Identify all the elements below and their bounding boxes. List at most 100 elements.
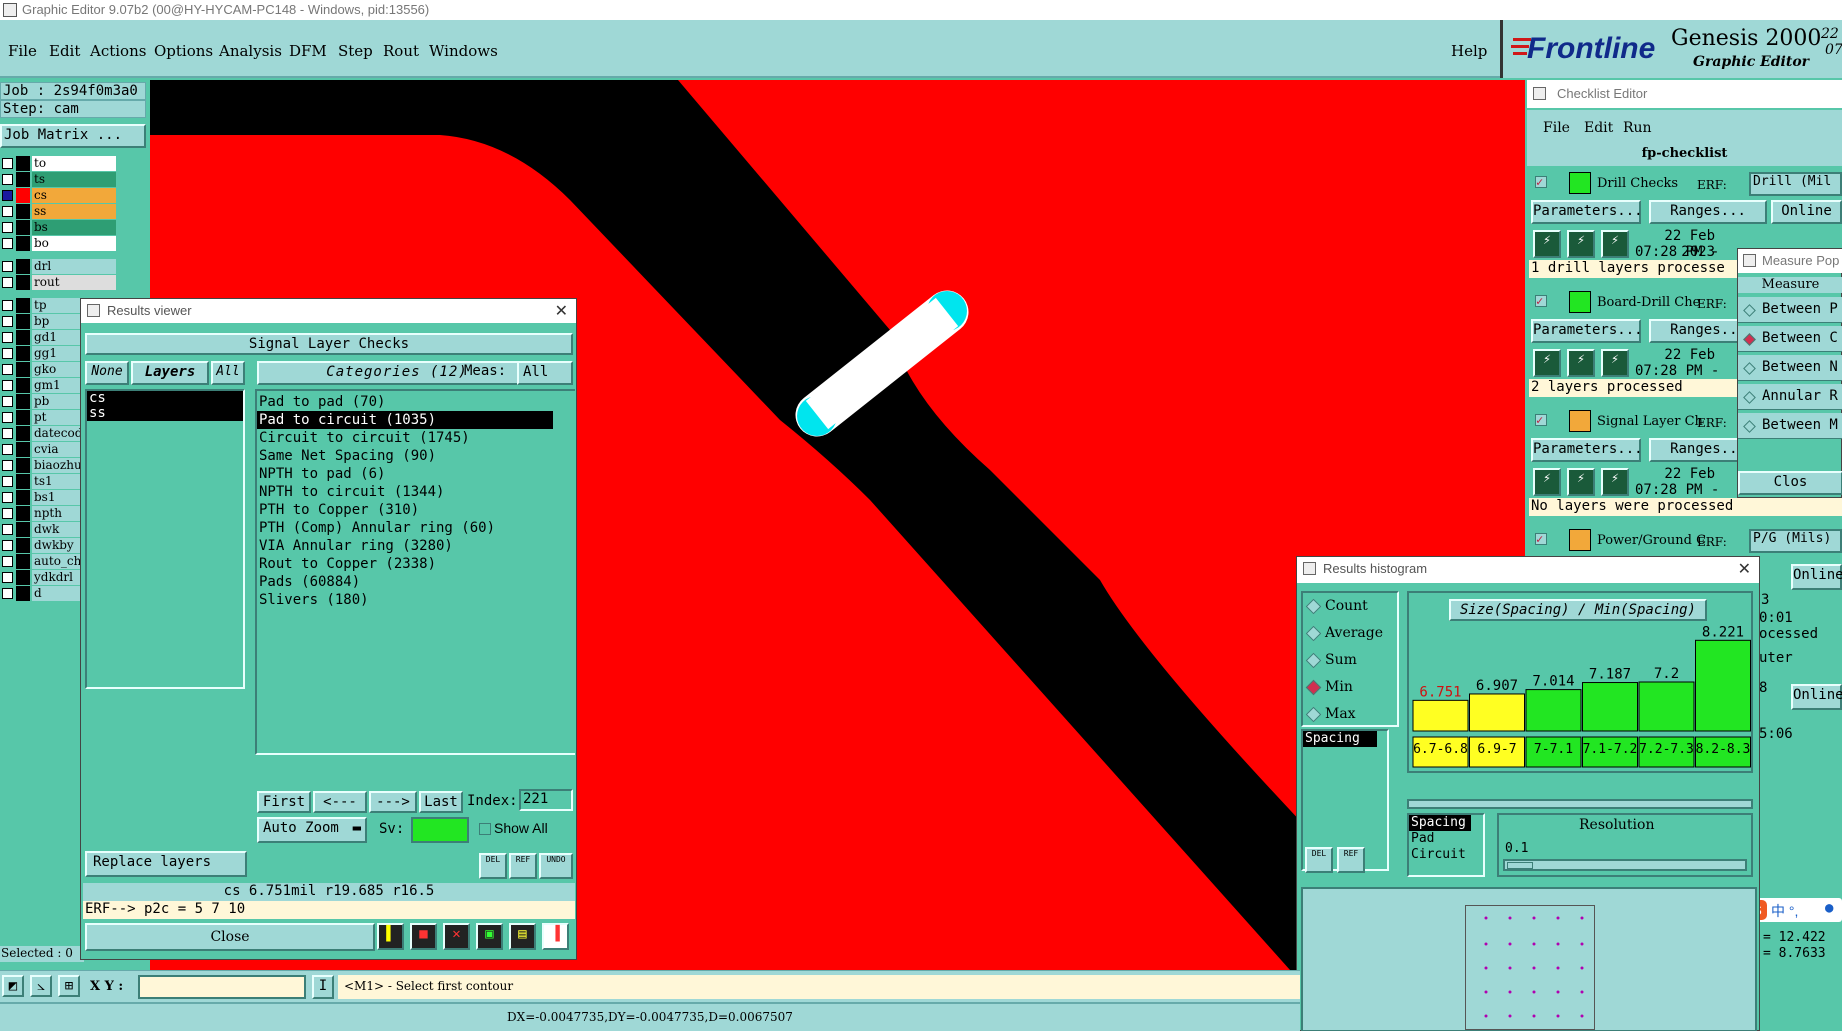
- layer-checkbox[interactable]: [2, 261, 13, 272]
- layer-checkbox[interactable]: [2, 206, 13, 217]
- auto-zoom-dropdown[interactable]: Auto Zoom ▬: [257, 817, 367, 843]
- histogram-bar[interactable]: [1469, 693, 1525, 732]
- layer-row-cs[interactable]: cs: [0, 188, 118, 203]
- check-enable-checkbox[interactable]: ✓: [1535, 176, 1547, 188]
- close-icon[interactable]: ✕: [555, 301, 568, 321]
- check-enable-checkbox[interactable]: ✓: [1535, 414, 1547, 426]
- menu-actions[interactable]: Actions: [90, 42, 146, 60]
- next-button[interactable]: --->: [369, 791, 417, 813]
- tool-icon-1[interactable]: ▌: [377, 923, 404, 950]
- layer-name[interactable]: drl: [32, 259, 116, 274]
- checklist-menu-edit[interactable]: Edit: [1584, 120, 1613, 136]
- layer-checkbox[interactable]: [2, 492, 13, 503]
- snap-icon[interactable]: ◩: [2, 975, 24, 997]
- prev-button[interactable]: <---: [313, 791, 367, 813]
- slider-handle[interactable]: [1507, 862, 1533, 869]
- menu-step[interactable]: Step: [338, 42, 373, 60]
- category-item[interactable]: Circuit to circuit (1745): [257, 429, 553, 447]
- replace-layers-dropdown[interactable]: Replace layers: [85, 851, 247, 877]
- histogram-bar[interactable]: [1412, 699, 1469, 732]
- erf-field[interactable]: Drill (Mil: [1749, 172, 1842, 196]
- measure-option[interactable]: Annular R: [1738, 384, 1842, 410]
- delete-icon[interactable]: DEL: [479, 853, 507, 879]
- run-check-icon[interactable]: ⚡: [1567, 468, 1595, 496]
- list-item[interactable]: cs: [87, 391, 243, 406]
- meas-dropdown[interactable]: All: [517, 361, 573, 385]
- menu-file[interactable]: File: [8, 42, 37, 60]
- histogram-mode-count[interactable]: Count: [1325, 598, 1368, 614]
- categories-list[interactable]: Pad to pad (70) Pad to circuit (1035) Circ…: [255, 389, 575, 755]
- none-button[interactable]: None: [85, 361, 129, 385]
- histogram-bar[interactable]: [1582, 682, 1638, 732]
- checklist-menu-run[interactable]: Run: [1623, 120, 1652, 136]
- menu-options[interactable]: Options: [154, 42, 213, 60]
- job-matrix-button[interactable]: Job Matrix ...: [0, 124, 146, 148]
- list-item[interactable]: Spacing: [1303, 731, 1377, 747]
- category-item[interactable]: Slivers (180): [257, 591, 553, 609]
- category-item[interactable]: PTH (Comp) Annular ring (60): [257, 519, 553, 537]
- list-item[interactable]: Pad: [1409, 831, 1483, 847]
- category-item[interactable]: Pad to pad (70): [257, 393, 553, 411]
- measure-option[interactable]: Between P: [1738, 297, 1842, 323]
- measure-option[interactable]: Between N: [1738, 355, 1842, 381]
- layer-name[interactable]: cs: [32, 188, 116, 203]
- check-enable-checkbox[interactable]: ✓: [1535, 533, 1547, 545]
- show-all-checkbox[interactable]: [479, 823, 491, 835]
- list-item[interactable]: Circuit: [1409, 847, 1483, 863]
- resolution-slider[interactable]: [1503, 859, 1747, 871]
- tool-icon-5[interactable]: ▤: [509, 923, 536, 950]
- sv-color-dropdown[interactable]: [411, 817, 469, 843]
- run-check-icon[interactable]: ⚡: [1601, 230, 1629, 258]
- layer-checkbox[interactable]: [2, 556, 13, 567]
- layer-checkbox[interactable]: [2, 348, 13, 359]
- layer-row-to[interactable]: to: [0, 156, 118, 171]
- histogram-mode-average[interactable]: Average: [1325, 625, 1383, 641]
- chart-scrollbar[interactable]: [1407, 799, 1753, 809]
- layer-checkbox[interactable]: [2, 428, 13, 439]
- layer-row-bs[interactable]: bs: [0, 220, 118, 235]
- run-check-icon[interactable]: ⚡: [1533, 230, 1561, 258]
- layer-checkbox[interactable]: [2, 277, 13, 288]
- ranges-button[interactable]: Ranges...: [1649, 200, 1767, 224]
- spacing-list[interactable]: Spacing Pad Circuit: [1407, 813, 1485, 877]
- layer-checkbox[interactable]: [2, 300, 13, 311]
- refresh-icon[interactable]: REF: [1337, 847, 1365, 873]
- layer-checkbox[interactable]: [2, 238, 13, 249]
- category-item[interactable]: PTH to Copper (310): [257, 501, 553, 519]
- checklist-menu-file[interactable]: File: [1543, 120, 1570, 136]
- last-button[interactable]: Last: [419, 791, 463, 813]
- layer-checkbox[interactable]: [2, 396, 13, 407]
- layer-name[interactable]: bs: [32, 220, 116, 235]
- menu-help[interactable]: Help: [1451, 42, 1487, 60]
- online-button[interactable]: Online: [1771, 200, 1842, 224]
- delete-icon[interactable]: DEL: [1305, 847, 1333, 873]
- run-check-icon[interactable]: ⚡: [1533, 349, 1561, 377]
- layer-checkbox[interactable]: [2, 190, 13, 201]
- layer-checkbox[interactable]: [2, 540, 13, 551]
- tool-icon-2[interactable]: ■: [410, 923, 437, 950]
- layer-checkbox[interactable]: [2, 572, 13, 583]
- menu-dfm[interactable]: DFM: [289, 42, 327, 60]
- histogram-mode-max[interactable]: Max: [1325, 706, 1356, 722]
- run-check-icon[interactable]: ⚡: [1567, 230, 1595, 258]
- layer-name[interactable]: bo: [32, 236, 116, 251]
- layer-row-bo[interactable]: bo: [0, 236, 118, 251]
- category-item[interactable]: Pads (60884): [257, 573, 553, 591]
- parameters-button[interactable]: Parameters...: [1531, 319, 1643, 343]
- layer-checkbox[interactable]: [2, 460, 13, 471]
- parameters-button[interactable]: Parameters...: [1531, 438, 1643, 462]
- layer-name[interactable]: ts: [32, 172, 116, 187]
- category-item[interactable]: NPTH to circuit (1344): [257, 483, 553, 501]
- histogram-bar[interactable]: [1525, 689, 1582, 732]
- layer-checkbox[interactable]: [2, 444, 13, 455]
- layer-checkbox[interactable]: [2, 222, 13, 233]
- check-enable-checkbox[interactable]: ✓: [1535, 295, 1547, 307]
- online-button-5[interactable]: Online: [1791, 684, 1842, 710]
- menu-analysis[interactable]: Analysis: [219, 42, 282, 60]
- layer-checkbox[interactable]: [2, 476, 13, 487]
- histogram-bar[interactable]: [1695, 639, 1751, 732]
- close-icon[interactable]: ✕: [1738, 559, 1751, 579]
- layer-name[interactable]: ss: [32, 204, 116, 219]
- index-input[interactable]: 221: [519, 789, 573, 811]
- layer-row-drl[interactable]: drl: [0, 259, 118, 274]
